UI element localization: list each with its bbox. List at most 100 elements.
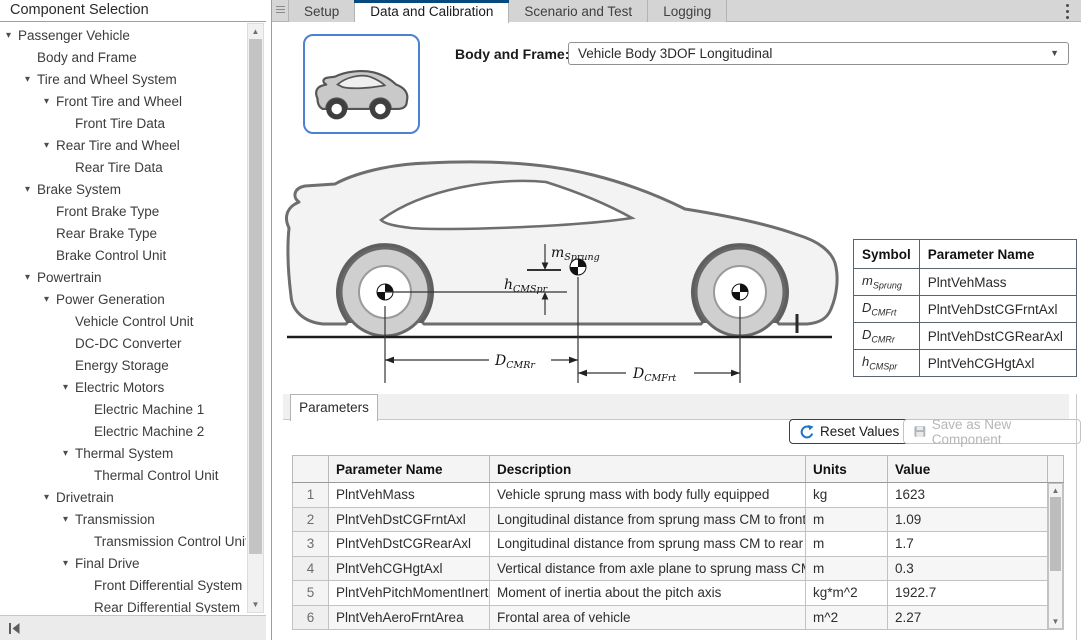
tree-item-thermal-system[interactable]: ▾Thermal System [0, 443, 246, 465]
cell-name[interactable]: PlntVehAeroFrntArea [329, 605, 490, 630]
tree-item-vehicle-control-unit[interactable]: Vehicle Control Unit [0, 311, 246, 333]
reset-values-label: Reset Values [820, 424, 899, 439]
cell-value[interactable]: 0.3 [888, 556, 1048, 581]
tree-item-label: Rear Tire and Wheel [56, 138, 180, 153]
tree-item-electric-machine-2[interactable]: Electric Machine 2 [0, 421, 246, 443]
tab-setup[interactable]: Setup [288, 0, 355, 22]
tree-item-power-generation[interactable]: ▾Power Generation [0, 289, 246, 311]
cell-name[interactable]: PlntVehDstCGRearAxl [329, 532, 490, 557]
drag-grip-icon[interactable] [276, 6, 285, 16]
cell-desc[interactable]: Longitudinal distance from sprung mass C… [490, 507, 806, 532]
cell-desc[interactable]: Moment of inertia about the pitch axis [490, 581, 806, 606]
scrollbar-thumb[interactable] [249, 39, 262, 554]
tree-collapse-arrow-icon[interactable]: ▾ [6, 25, 18, 47]
value-header[interactable]: Value [888, 456, 1048, 483]
tree-item-rear-brake-type[interactable]: Rear Brake Type [0, 223, 246, 245]
cell-name[interactable]: PlntVehDstCGFrntAxl [329, 507, 490, 532]
scrollbar-thumb[interactable] [1050, 497, 1061, 571]
cell-desc[interactable]: Frontal area of vehicle [490, 605, 806, 630]
parameter-table: Parameter Name Description Units Value 1… [292, 455, 1064, 630]
tree-item-electric-machine-1[interactable]: Electric Machine 1 [0, 399, 246, 421]
tree-item-rear-tire-data[interactable]: Rear Tire Data [0, 157, 246, 179]
tree-item-final-drive[interactable]: ▾Final Drive [0, 553, 246, 575]
table-row: 3PlntVehDstCGRearAxlLongitudinal distanc… [293, 532, 1064, 557]
tab-data-and-calibration[interactable]: Data and Calibration [355, 0, 509, 23]
tree-item-drivetrain[interactable]: ▾Drivetrain [0, 487, 246, 509]
tree-collapse-arrow-icon[interactable]: ▾ [25, 69, 37, 91]
tree-item-passenger-vehicle[interactable]: ▾Passenger Vehicle [0, 25, 246, 47]
tree-collapse-arrow-icon[interactable]: ▾ [44, 91, 56, 113]
tree-item-label: Brake Control Unit [56, 248, 166, 263]
parameter-name-cell: PlntVehDstCGRearAxl [919, 323, 1076, 350]
cell-desc[interactable]: Longitudinal distance from sprung mass C… [490, 532, 806, 557]
scroll-down-icon[interactable]: ▼ [1049, 615, 1062, 628]
cell-units[interactable]: m [806, 507, 888, 532]
tree-item-electric-motors[interactable]: ▾Electric Motors [0, 377, 246, 399]
tree-collapse-arrow-icon[interactable]: ▾ [63, 443, 75, 465]
tree-item-brake-control-unit[interactable]: Brake Control Unit [0, 245, 246, 267]
tree-item-transmission-control-unit[interactable]: Transmission Control Unit [0, 531, 246, 553]
tree-collapse-arrow-icon[interactable]: ▾ [25, 179, 37, 201]
tree-item-front-brake-type[interactable]: Front Brake Type [0, 201, 246, 223]
sidebar-scrollbar[interactable]: ▲ ▼ [247, 23, 264, 613]
tab-scenario-and-test[interactable]: Scenario and Test [509, 0, 648, 22]
cell-value[interactable]: 2.27 [888, 605, 1048, 630]
cell-name[interactable]: PlntVehCGHgtAxl [329, 556, 490, 581]
tab-strip: SetupData and CalibrationScenario and Te… [272, 0, 1081, 22]
parameter-name-header[interactable]: Parameter Name [329, 456, 490, 483]
tree-item-rear-differential-system[interactable]: Rear Differential System [0, 597, 246, 613]
cell-num: 6 [293, 605, 329, 630]
cell-value[interactable]: 1.09 [888, 507, 1048, 532]
tree-collapse-arrow-icon[interactable]: ▾ [63, 509, 75, 531]
cell-desc[interactable]: Vertical distance from axle plane to spr… [490, 556, 806, 581]
cell-units[interactable]: m^2 [806, 605, 888, 630]
scroll-down-icon[interactable]: ▼ [248, 597, 263, 612]
units-header[interactable]: Units [806, 456, 888, 483]
tree-collapse-arrow-icon[interactable]: ▾ [63, 553, 75, 575]
tree-item-thermal-control-unit[interactable]: Thermal Control Unit [0, 465, 246, 487]
cell-desc[interactable]: Vehicle sprung mass with body fully equi… [490, 483, 806, 508]
cell-value[interactable]: 1623 [888, 483, 1048, 508]
cell-units[interactable]: kg*m^2 [806, 581, 888, 606]
cell-name[interactable]: PlntVehPitchMomentInertia [329, 581, 490, 606]
reset-values-button[interactable]: Reset Values [789, 419, 910, 444]
tree-collapse-arrow-icon[interactable]: ▾ [63, 377, 75, 399]
cell-units[interactable]: kg [806, 483, 888, 508]
tree-collapse-arrow-icon[interactable]: ▾ [25, 267, 37, 289]
parameter-name-cell: PlntVehCGHgtAxl [919, 350, 1076, 377]
kebab-menu-icon[interactable] [1063, 4, 1071, 19]
tree-item-front-differential-system[interactable]: Front Differential System [0, 575, 246, 597]
cell-units[interactable]: m [806, 556, 888, 581]
collapse-panel-icon[interactable] [8, 621, 22, 636]
tree-item-transmission[interactable]: ▾Transmission [0, 509, 246, 531]
table-row: 2PlntVehDstCGFrntAxlLongitudinal distanc… [293, 507, 1064, 532]
cell-name[interactable]: PlntVehMass [329, 483, 490, 508]
tree-item-label: Passenger Vehicle [18, 28, 130, 43]
tree-collapse-arrow-icon[interactable]: ▾ [44, 289, 56, 311]
save-as-new-component-button[interactable]: Save as New Component [903, 419, 1081, 444]
cell-units[interactable]: m [806, 532, 888, 557]
tree-item-brake-system[interactable]: ▾Brake System [0, 179, 246, 201]
tree-item-front-tire-data[interactable]: Front Tire Data [0, 113, 246, 135]
tree-item-body-and-frame[interactable]: Body and Frame [0, 47, 246, 69]
tree-item-energy-storage[interactable]: Energy Storage [0, 355, 246, 377]
cell-value[interactable]: 1.7 [888, 532, 1048, 557]
tree-item-powertrain[interactable]: ▾Powertrain [0, 267, 246, 289]
description-header[interactable]: Description [490, 456, 806, 483]
tab-parameters[interactable]: Parameters [290, 394, 378, 421]
tree-item-rear-tire-and-wheel[interactable]: ▾Rear Tire and Wheel [0, 135, 246, 157]
table-scrollbar[interactable]: ▲ ▼ [1048, 483, 1063, 629]
tree-collapse-arrow-icon[interactable]: ▾ [44, 135, 56, 157]
tree-collapse-arrow-icon[interactable]: ▾ [44, 487, 56, 509]
tree-item-tire-and-wheel-system[interactable]: ▾Tire and Wheel System [0, 69, 246, 91]
tab-group: SetupData and CalibrationScenario and Te… [288, 0, 727, 22]
cell-value[interactable]: 1922.7 [888, 581, 1048, 606]
tab-logging[interactable]: Logging [648, 0, 727, 22]
body-and-frame-component-button[interactable] [303, 34, 420, 134]
body-and-frame-dropdown[interactable]: Vehicle Body 3DOF Longitudinal ▼ [568, 42, 1069, 65]
scroll-up-icon[interactable]: ▲ [1049, 484, 1062, 497]
tree-item-dc-dc-converter[interactable]: DC-DC Converter [0, 333, 246, 355]
sidebar-collapse-bar[interactable] [0, 615, 266, 640]
tree-item-front-tire-and-wheel[interactable]: ▾Front Tire and Wheel [0, 91, 246, 113]
scroll-up-icon[interactable]: ▲ [248, 24, 263, 39]
